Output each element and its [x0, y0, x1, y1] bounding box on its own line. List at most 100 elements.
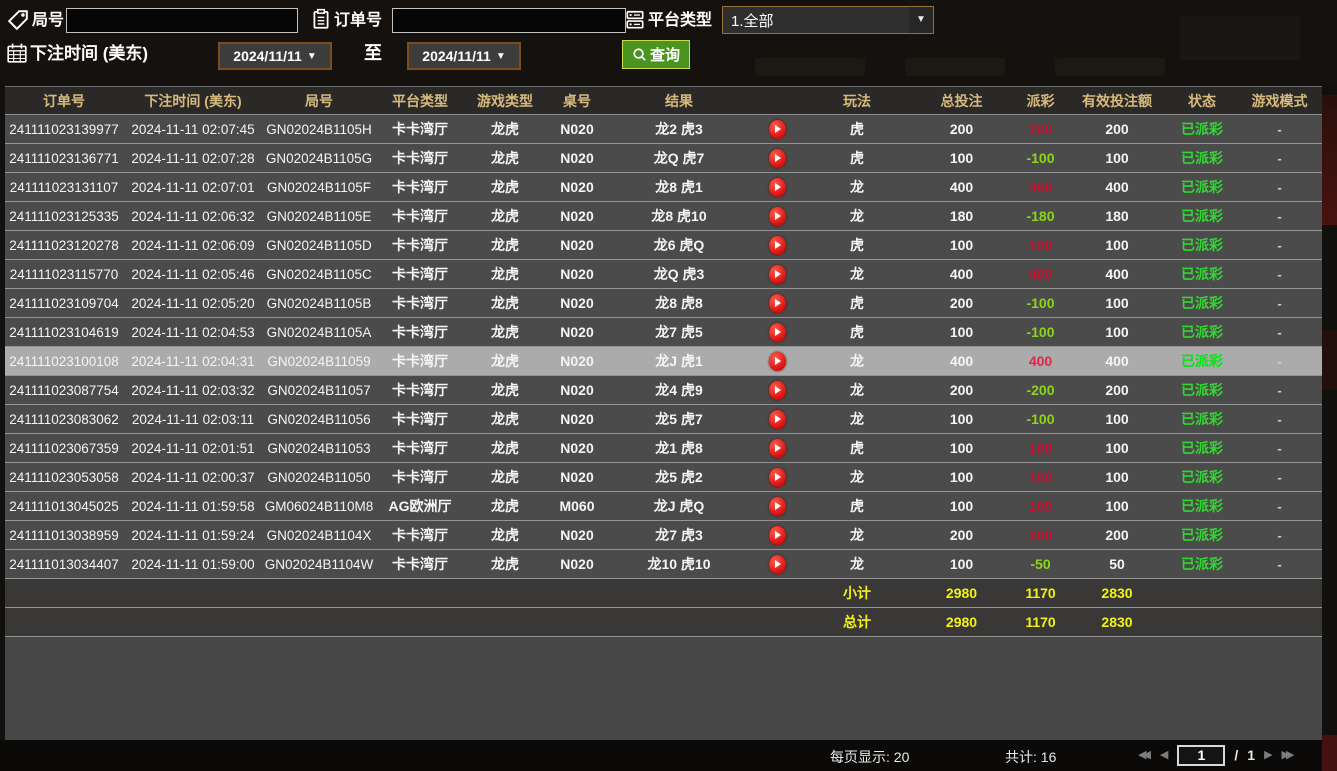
play-video-button[interactable]	[769, 526, 786, 545]
platform-cell: 卡卡湾厅	[375, 148, 465, 168]
game-type-cell: 龙虎	[465, 496, 545, 516]
platform-cell: 卡卡湾厅	[375, 235, 465, 255]
order-number-cell: 241111023136771	[5, 151, 123, 166]
payout-sum: 1170	[1014, 585, 1067, 601]
status-cell: 已派彩	[1167, 467, 1237, 487]
game-mode-cell: -	[1237, 122, 1322, 137]
query-button[interactable]: 查询	[622, 40, 690, 69]
table-row[interactable]: 2411110231253352024-11-11 02:06:32GN0202…	[5, 202, 1322, 231]
pagination-bar: 每页显示: 20 共计: 16 ◀◀ ◀ / 1 ▶ ▶▶	[0, 740, 1322, 771]
table-number-cell: N020	[545, 353, 609, 369]
play-video-button[interactable]	[769, 149, 786, 168]
bet-time-cell: 2024-11-11 02:01:51	[123, 441, 263, 456]
table-row[interactable]: 2411110231001082024-11-11 02:04:31GN0202…	[5, 347, 1322, 376]
server-icon	[624, 9, 646, 31]
table-row[interactable]: 2411110130450252024-11-11 01:59:58GM0602…	[5, 492, 1322, 521]
subtotal-row: 小计298011702830	[5, 579, 1322, 608]
status-cell: 已派彩	[1167, 206, 1237, 226]
platform-cell: 卡卡湾厅	[375, 380, 465, 400]
table-row[interactable]: 2411110231311072024-11-11 02:07:01GN0202…	[5, 173, 1322, 202]
play-video-button[interactable]	[769, 352, 786, 371]
total-bet-cell: 200	[909, 295, 1014, 311]
platform-select[interactable]: 1.全部 ▼	[722, 6, 934, 34]
table-row[interactable]: 2411110230830622024-11-11 02:03:11GN0202…	[5, 405, 1322, 434]
game-mode-cell: -	[1237, 209, 1322, 224]
valid-bet-cell: 400	[1067, 266, 1167, 282]
order-number-input[interactable]	[392, 8, 626, 33]
play-video-button[interactable]	[769, 555, 786, 574]
play-icon	[775, 386, 781, 394]
date-to-select[interactable]: 2024/11/11 ▼	[407, 42, 521, 70]
play-video-button[interactable]	[769, 497, 786, 516]
game-mode-cell: -	[1237, 557, 1322, 572]
game-type-cell: 龙虎	[465, 148, 545, 168]
round-number-cell: GN02024B1104W	[263, 557, 375, 572]
table-row[interactable]: 2411110231046192024-11-11 02:04:53GN0202…	[5, 318, 1322, 347]
play-cell	[749, 497, 805, 516]
play-video-button[interactable]	[769, 294, 786, 313]
table-number-cell: N020	[545, 237, 609, 253]
total-bet-cell: 100	[909, 556, 1014, 572]
play-video-button[interactable]	[769, 120, 786, 139]
prev-page-button[interactable]: ◀	[1160, 744, 1168, 766]
status-cell: 已派彩	[1167, 554, 1237, 574]
total-label: 总计	[805, 612, 909, 632]
play-video-button[interactable]	[769, 381, 786, 400]
valid-bet-cell: 100	[1067, 411, 1167, 427]
date-from-select[interactable]: 2024/11/11 ▼	[218, 42, 332, 70]
status-cell: 已派彩	[1167, 496, 1237, 516]
order-number-cell: 241111023120278	[5, 238, 123, 253]
table-row[interactable]: 2411110231097042024-11-11 02:05:20GN0202…	[5, 289, 1322, 318]
play-video-button[interactable]	[769, 207, 786, 226]
play-icon	[775, 531, 781, 539]
game-type-cell: 龙虎	[465, 409, 545, 429]
result-cell: 龙7 虎5	[609, 322, 749, 342]
table-row[interactable]: 2411110231367712024-11-11 02:07:28GN0202…	[5, 144, 1322, 173]
play-icon	[775, 444, 781, 452]
column-header: 游戏类型	[465, 91, 545, 111]
play-video-button[interactable]	[769, 265, 786, 284]
background-watermark	[905, 58, 1005, 76]
payout-cell: 200	[1014, 121, 1067, 137]
round-number-input[interactable]	[66, 8, 298, 33]
play-cell	[749, 526, 805, 545]
order-number-cell: 241111023131107	[5, 180, 123, 195]
table-row[interactable]: 2411110230877542024-11-11 02:03:32GN0202…	[5, 376, 1322, 405]
table-row[interactable]: 2411110130389592024-11-11 01:59:24GN0202…	[5, 521, 1322, 550]
table-row[interactable]: 2411110230530582024-11-11 02:00:37GN0202…	[5, 463, 1322, 492]
platform-cell: 卡卡湾厅	[375, 467, 465, 487]
total-bet-cell: 100	[909, 411, 1014, 427]
play-video-button[interactable]	[769, 439, 786, 458]
total-pages-label: 1	[1247, 747, 1255, 763]
first-page-button[interactable]: ◀◀	[1138, 744, 1147, 766]
table-row[interactable]: 2411110130344072024-11-11 01:59:00GN0202…	[5, 550, 1322, 579]
order-number-cell: 241111023100108	[5, 354, 123, 369]
table-row[interactable]: 2411110231399772024-11-11 02:07:45GN0202…	[5, 115, 1322, 144]
order-number-cell: 241111023115770	[5, 267, 123, 282]
last-page-button[interactable]: ▶▶	[1282, 744, 1291, 766]
total-bet-cell: 100	[909, 150, 1014, 166]
valid-bet-cell: 200	[1067, 121, 1167, 137]
payout-cell: 400	[1014, 179, 1067, 195]
valid-bet-sum: 2830	[1067, 614, 1167, 630]
table-row[interactable]: 2411110231157702024-11-11 02:05:46GN0202…	[5, 260, 1322, 289]
round-number-cell: GM06024B110M8	[263, 499, 375, 514]
table-row[interactable]: 2411110230673592024-11-11 02:01:51GN0202…	[5, 434, 1322, 463]
next-page-button[interactable]: ▶	[1264, 744, 1272, 766]
payout-cell: -180	[1014, 208, 1067, 224]
play-video-button[interactable]	[769, 178, 786, 197]
play-video-button[interactable]	[769, 236, 786, 255]
bet-option-cell: 虎	[805, 119, 909, 139]
play-video-button[interactable]	[769, 410, 786, 429]
date-to-value: 2024/11/11	[422, 48, 491, 64]
order-number-cell: 241111023053058	[5, 470, 123, 485]
page-input[interactable]	[1177, 745, 1225, 766]
round-number-cell: GN02024B1105E	[263, 209, 375, 224]
play-video-button[interactable]	[769, 468, 786, 487]
platform-cell: 卡卡湾厅	[375, 351, 465, 371]
platform-select-value: 1.全部	[723, 10, 909, 31]
bet-time-cell: 2024-11-11 02:05:46	[123, 267, 263, 282]
play-video-button[interactable]	[769, 323, 786, 342]
table-row[interactable]: 2411110231202782024-11-11 02:06:09GN0202…	[5, 231, 1322, 260]
play-icon	[775, 241, 781, 249]
